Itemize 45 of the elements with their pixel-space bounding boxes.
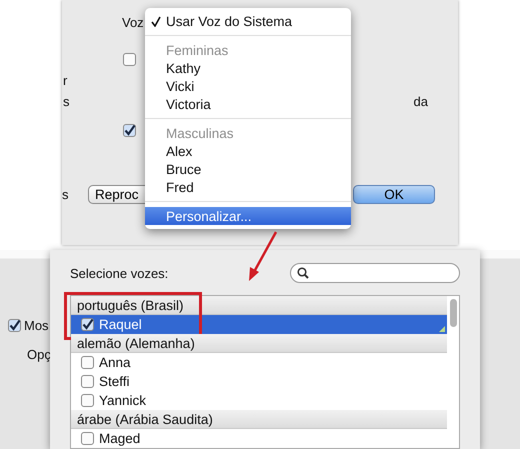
prompt-label: Selecione vozes: — [70, 266, 168, 280]
checkbox[interactable] — [81, 375, 94, 388]
checkbox[interactable] — [123, 124, 136, 137]
voice-name: Raquel — [99, 317, 142, 332]
voice-name: Anna — [99, 355, 131, 370]
menu-item[interactable]: Bruce — [145, 160, 351, 178]
checkbox[interactable] — [81, 394, 94, 407]
group-header: alemão (Alemanha) — [71, 334, 447, 353]
menu-item[interactable]: Usar Voz do Sistema — [145, 12, 351, 30]
check-icon — [151, 16, 161, 27]
group-header: português (Brasil) — [71, 296, 447, 315]
checkbox[interactable] — [81, 356, 94, 369]
corner-icon — [439, 326, 445, 332]
voice-row[interactable]: Yannick — [71, 391, 447, 410]
checkbox[interactable] — [81, 432, 94, 445]
menu-header: Femininas — [166, 42, 228, 58]
label-fragment: s — [62, 186, 70, 202]
checkbox[interactable] — [123, 53, 136, 66]
menu-item[interactable]: Personalizar... — [145, 207, 351, 225]
menu-item[interactable]: Vicki — [145, 77, 351, 95]
voice-name: Maged — [99, 431, 140, 446]
voice-row[interactable]: Maged — [71, 429, 447, 448]
voice-row[interactable]: Anna — [71, 353, 447, 372]
search-icon — [297, 267, 309, 279]
label-fragment: s — [63, 94, 70, 110]
checkbox-label: Mos — [24, 318, 49, 333]
search-field[interactable] — [290, 263, 460, 283]
voice-row[interactable]: Steffi — [71, 372, 447, 391]
voice-name: Yannick — [99, 393, 146, 408]
label-fragment: r — [63, 73, 68, 88]
voice-label: Voz — [122, 15, 144, 32]
checkbox[interactable] — [8, 319, 21, 332]
label-fragment: da — [414, 94, 428, 110]
scrollbar-thumb[interactable] — [450, 299, 457, 327]
menu-header: Masculinas — [166, 126, 234, 140]
menu-item[interactable]: Alex — [145, 142, 351, 160]
arrow — [249, 231, 278, 281]
voice-name: Steffi — [99, 374, 130, 389]
ok-button[interactable]: OK — [353, 184, 435, 204]
voice-row[interactable]: Raquel — [71, 315, 447, 334]
checkbox[interactable] — [81, 318, 94, 331]
menu-item[interactable]: Victoria — [145, 95, 351, 113]
menu-item[interactable]: Kathy — [145, 59, 351, 77]
group-header: árabe (Arábia Saudita) — [71, 410, 447, 429]
options-label: Opç — [26, 347, 50, 362]
